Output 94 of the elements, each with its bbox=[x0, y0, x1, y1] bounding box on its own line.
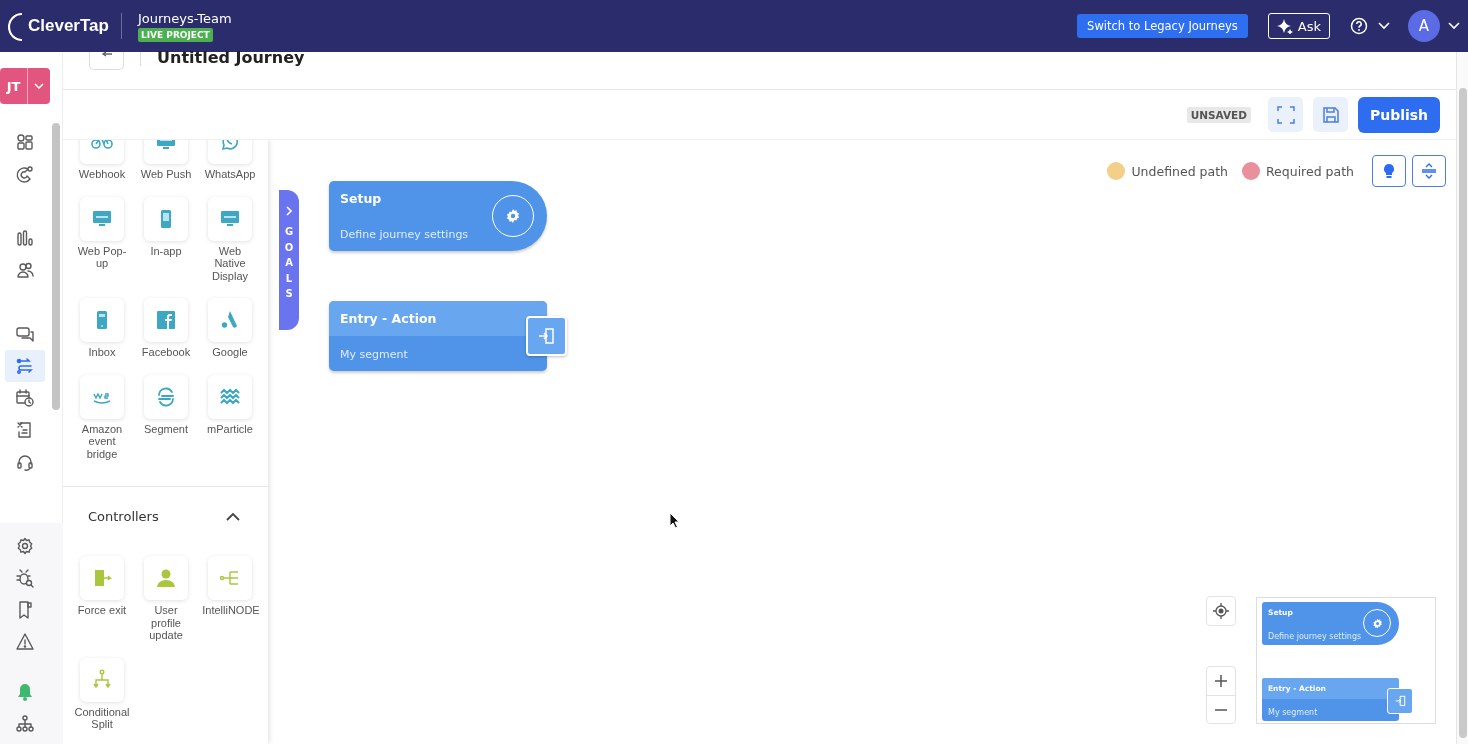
node-tile[interactable] bbox=[80, 298, 124, 342]
tile-label: Force exit bbox=[76, 604, 128, 617]
tile-label: Inbox bbox=[87, 346, 117, 359]
journey-icon bbox=[15, 356, 35, 376]
chevron-icon bbox=[226, 512, 240, 521]
settings-icon bbox=[505, 208, 521, 224]
live-badge: LIVE PROJECT bbox=[137, 27, 213, 42]
legacy-button[interactable]: Switch to Legacy Journeys bbox=[1077, 14, 1248, 38]
status-badge: UNSAVED bbox=[1186, 106, 1251, 123]
dashboard-icon bbox=[15, 132, 35, 152]
node-subtitle: My segment bbox=[340, 348, 408, 361]
caret-icon[interactable] bbox=[1378, 22, 1390, 30]
node-tile[interactable] bbox=[80, 374, 124, 419]
bug-search-icon bbox=[15, 568, 35, 588]
publish-button[interactable]: Publish bbox=[1358, 96, 1440, 133]
node-tile[interactable] bbox=[144, 196, 188, 241]
calendar-clock-icon bbox=[15, 388, 35, 408]
headset-icon bbox=[15, 452, 35, 472]
tile-label: Web Push bbox=[139, 168, 193, 181]
facebook-icon bbox=[154, 308, 178, 332]
tile-label: Amazon event bridge bbox=[80, 422, 124, 460]
node-title: Setup bbox=[340, 191, 383, 206]
node-tile[interactable] bbox=[80, 196, 124, 241]
help-icon[interactable] bbox=[1350, 17, 1368, 35]
save-button[interactable] bbox=[1313, 97, 1348, 132]
node-subtitle: Define journey settings bbox=[340, 228, 469, 241]
node-tile[interactable] bbox=[144, 556, 188, 600]
users-icon bbox=[15, 260, 35, 280]
logo-text: CleverTap bbox=[28, 16, 109, 36]
lightbulb-icon bbox=[1382, 163, 1396, 179]
tile-label: User profile update bbox=[148, 604, 184, 642]
node-tile[interactable] bbox=[80, 657, 124, 702]
nav-item[interactable] bbox=[5, 350, 45, 382]
plus-icon bbox=[1215, 675, 1227, 687]
scrollbar[interactable] bbox=[1459, 88, 1467, 738]
node-subtitle: My segment bbox=[1268, 708, 1318, 717]
node-tile[interactable] bbox=[80, 556, 124, 600]
journey-node[interactable]: Entry - Action My segment bbox=[329, 301, 547, 371]
warning-icon bbox=[15, 632, 35, 652]
tile-label: Webhook bbox=[77, 168, 127, 181]
node-tile[interactable] bbox=[208, 196, 252, 241]
node-tile[interactable] bbox=[208, 374, 252, 419]
sparkle-icon bbox=[1276, 18, 1293, 34]
recenter-button[interactable] bbox=[1206, 596, 1236, 626]
bell-icon bbox=[15, 682, 35, 702]
section-title: Controllers bbox=[88, 509, 159, 524]
scrollbar[interactable] bbox=[52, 123, 60, 410]
entry-handle[interactable] bbox=[526, 316, 567, 356]
node-subtitle: Define journey settings bbox=[1268, 632, 1362, 641]
tile-label: Conditional Split bbox=[74, 705, 130, 731]
enter-door-icon bbox=[538, 327, 555, 345]
journey-node[interactable]: Setup Define journey settings bbox=[329, 181, 547, 251]
back-button[interactable] bbox=[89, 52, 124, 70]
tile-label: WhatsApp bbox=[203, 168, 257, 181]
node-tile[interactable] bbox=[144, 374, 188, 419]
node-tile[interactable] bbox=[144, 298, 188, 342]
settings-icon bbox=[15, 536, 35, 556]
tile-label: Facebook bbox=[140, 346, 192, 359]
ask-button[interactable]: Ask bbox=[1267, 13, 1330, 39]
collapse-toggle[interactable] bbox=[226, 512, 240, 521]
tile-label: mParticle bbox=[206, 422, 254, 435]
enter-door-icon bbox=[1387, 688, 1413, 714]
back-arrow-icon bbox=[100, 52, 113, 60]
target-icon bbox=[1213, 603, 1229, 619]
tile-label: In-app bbox=[149, 244, 183, 257]
journey-title: Untitled Journey bbox=[157, 48, 305, 67]
project-name: Journeys-Team bbox=[137, 10, 232, 26]
hierarchy-icon bbox=[15, 714, 35, 734]
bar-chart-icon bbox=[15, 228, 35, 248]
tile-label: Web Pop-up bbox=[76, 244, 128, 270]
legend-label: Required path bbox=[1265, 163, 1354, 179]
magnet-icon bbox=[15, 164, 35, 184]
legend-label: Undefined path bbox=[1131, 163, 1228, 179]
account-switcher[interactable]: JT bbox=[0, 68, 50, 104]
node-tile[interactable] bbox=[208, 556, 252, 600]
expand-collapse-icon bbox=[1421, 163, 1437, 179]
fullscreen-icon bbox=[1276, 105, 1295, 124]
tile-label: Google bbox=[211, 346, 249, 359]
align-button[interactable] bbox=[1412, 155, 1446, 187]
node-tile[interactable] bbox=[208, 298, 252, 342]
fullscreen-button[interactable] bbox=[1268, 97, 1303, 132]
node-title: Entry - Action bbox=[340, 311, 438, 326]
tile-label: Web Native Display bbox=[210, 244, 250, 282]
caret-icon[interactable] bbox=[1448, 22, 1460, 30]
save-icon bbox=[1321, 105, 1340, 124]
cursor-icon bbox=[669, 512, 680, 529]
caret-icon bbox=[34, 83, 44, 89]
tile-label: IntelliNODE bbox=[202, 604, 258, 617]
chat-icon bbox=[15, 324, 35, 344]
user-avatar[interactable]: A bbox=[1408, 10, 1440, 42]
tips-button[interactable] bbox=[1372, 155, 1406, 187]
goals-tab[interactable]: GOALS bbox=[279, 190, 299, 330]
tile-label: Segment bbox=[143, 422, 189, 435]
chevron-right-icon bbox=[286, 206, 292, 216]
